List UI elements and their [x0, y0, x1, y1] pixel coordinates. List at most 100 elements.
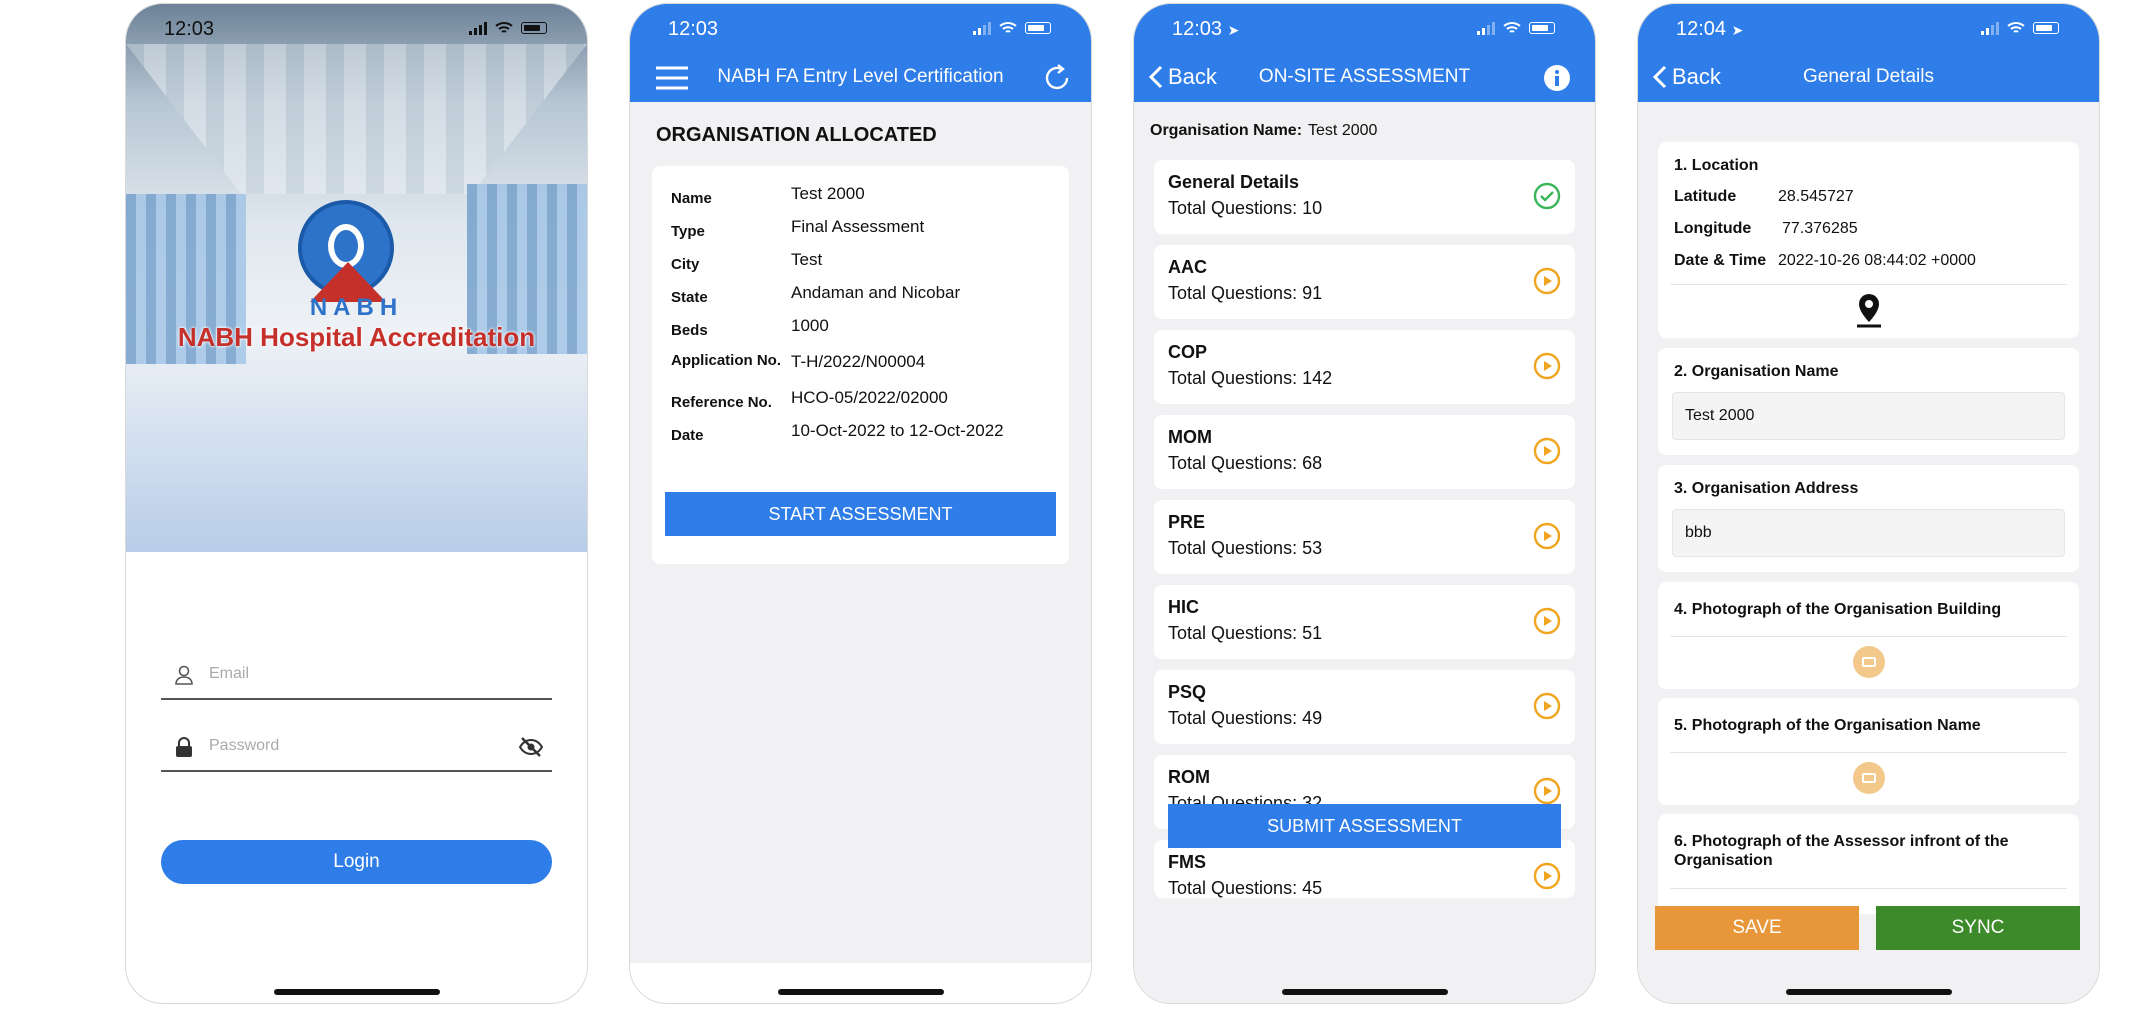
status-time: 12:03 ➤	[1172, 18, 1240, 40]
chapter-name: PSQ	[1168, 682, 1207, 702]
header-bar: 12:03 NABH FA Entry Level Certification	[630, 4, 1091, 102]
play-circle-icon	[1533, 862, 1561, 890]
chapter-name: COP	[1168, 342, 1208, 362]
camera-icon[interactable]	[1852, 762, 1885, 794]
play-circle-icon	[1533, 522, 1561, 550]
chapter-item-aac[interactable]: AAC Total Questions: 91	[1154, 245, 1575, 319]
page-body: ORGANISATION ALLOCATED Name Test 2000 Typ…	[630, 102, 1091, 1003]
org-address-card: 3. Organisation Address bbb	[1658, 465, 2079, 572]
organisation-address-input[interactable]: bbb	[1672, 509, 2065, 557]
latitude-row: Latitude 28.545727	[1674, 188, 1854, 205]
row-label: Type	[671, 223, 705, 240]
question-title: 6. Photograph of the Assessor infront of…	[1674, 833, 2009, 869]
chapter-item-general[interactable]: General Details Total Questions: 10	[1154, 160, 1575, 234]
info-row-application: Application No. T-H/2022/N00004	[671, 350, 1059, 390]
row-label: Beds	[671, 322, 708, 339]
wifi-icon	[2007, 22, 2025, 33]
chapter-total: Total Questions: 142	[1168, 368, 1333, 388]
organisation-card: Name Test 2000 Type Final Assessment City T…	[652, 166, 1069, 564]
question-title: 4. Photograph of the Organisation Buildi…	[1674, 601, 2002, 618]
info-icon[interactable]	[1543, 64, 1571, 92]
longitude-row: Longitude 77.376285	[1674, 220, 1858, 237]
question-title: 3. Organisation Address	[1674, 480, 1859, 497]
signal-icon	[973, 21, 991, 35]
play-circle-icon	[1533, 607, 1561, 635]
map-pin-icon[interactable]	[1854, 292, 1884, 328]
play-circle-icon	[1533, 267, 1561, 295]
chapter-item-pre[interactable]: PRE Total Questions: 53	[1154, 500, 1575, 574]
info-row-beds: Beds 1000	[671, 316, 1059, 346]
name-photo-card: 5. Photograph of the Organisation Name	[1658, 698, 2079, 805]
password-field[interactable]: Password	[161, 724, 552, 772]
login-screen: NABH NABH Hospital Accreditation 12:03 E…	[125, 3, 588, 1004]
header-bar: 12:03 ➤ Back ON-SITE ASSESSMENT	[1134, 4, 1595, 102]
submit-assessment-button[interactable]: SUBMIT ASSESSMENT	[1168, 804, 1561, 848]
organisation-screen: 12:03 NABH FA Entry Level Certification …	[629, 3, 1092, 1004]
location-arrow-icon: ➤	[1731, 22, 1744, 38]
row-label: City	[671, 256, 700, 273]
question-title: 1. Location	[1674, 157, 1759, 174]
home-indicator	[1785, 989, 1952, 995]
chapter-total: Total Questions: 51	[1168, 623, 1323, 643]
chapter-item-fms[interactable]: FMS Total Questions: 45	[1154, 840, 1575, 898]
status-bar: 12:03 ➤	[1134, 4, 1595, 52]
chapter-item-cop[interactable]: COP Total Questions: 142	[1154, 330, 1575, 404]
wifi-icon	[999, 22, 1017, 33]
status-time: 12:04 ➤	[1676, 18, 1744, 40]
row-label: State	[671, 289, 708, 306]
email-field[interactable]: Email	[161, 652, 552, 700]
row-label: Name	[671, 190, 712, 207]
org-name-card: 2. Organisation Name Test 2000	[1658, 348, 2079, 455]
chapter-total: Total Questions: 45	[1168, 878, 1323, 898]
page-body: Organisation Name: Test 2000 General Deta…	[1134, 102, 1595, 1003]
hospital-hero-image: NABH NABH Hospital Accreditation	[126, 4, 587, 552]
login-button[interactable]: Login	[161, 840, 552, 884]
battery-icon	[2033, 22, 2059, 34]
save-button[interactable]: SAVE	[1655, 906, 1859, 950]
section-title: ORGANISATION ALLOCATED	[656, 124, 937, 146]
info-row-date: Date 10-Oct-2022 to 12-Oct-2022	[671, 421, 1059, 451]
refresh-icon[interactable]	[1043, 62, 1071, 92]
datetime-row: Date & Time 2022-10-26 08:44:02 +0000	[1674, 252, 1976, 269]
row-value: HCO-05/2022/02000	[791, 388, 948, 407]
chapter-item-psq[interactable]: PSQ Total Questions: 49	[1154, 670, 1575, 744]
header-title: General Details	[1803, 66, 1934, 87]
info-row-state: State Andaman and Nicobar	[671, 283, 1059, 313]
password-placeholder: Password	[209, 737, 280, 754]
camera-icon[interactable]	[1852, 646, 1885, 678]
hide-password-icon[interactable]	[518, 736, 544, 758]
signal-icon	[1477, 21, 1495, 35]
info-row-city: City Test	[671, 250, 1059, 280]
building-photo-card: 4. Photograph of the Organisation Buildi…	[1658, 582, 2079, 689]
chapter-name: General Details	[1168, 172, 1300, 192]
row-value: Test 2000	[791, 184, 865, 203]
battery-icon	[1025, 22, 1051, 34]
general-details-screen: 12:04 ➤ Back General Details 1. Location…	[1637, 3, 2100, 1004]
status-time: 12:03	[164, 18, 215, 40]
home-indicator	[1281, 989, 1448, 995]
row-value: Andaman and Nicobar	[791, 283, 961, 302]
chapter-name: FMS	[1168, 852, 1206, 872]
chapter-total: Total Questions: 10	[1168, 198, 1323, 218]
play-circle-icon	[1533, 352, 1561, 380]
home-indicator	[777, 989, 944, 995]
chapter-name: AAC	[1168, 257, 1207, 277]
nabh-brand-text: NABH	[309, 294, 404, 321]
chapter-name: PRE	[1168, 512, 1206, 532]
header-title: ON-SITE ASSESSMENT	[1258, 66, 1471, 87]
chapter-item-mom[interactable]: MOM Total Questions: 68	[1154, 415, 1575, 489]
wifi-icon	[1503, 22, 1521, 33]
row-label: Reference No.	[671, 394, 772, 411]
wifi-icon	[495, 22, 513, 33]
row-value: 10-Oct-2022 to 12-Oct-2022	[791, 421, 1004, 440]
chapter-name: MOM	[1168, 427, 1212, 447]
header-title: NABH FA Entry Level Certification	[717, 66, 1004, 87]
organisation-name-input[interactable]: Test 2000	[1672, 392, 2065, 440]
start-assessment-button[interactable]: START ASSESSMENT	[665, 492, 1056, 536]
sync-button[interactable]: SYNC	[1876, 906, 2080, 950]
status-bar: 12:04 ➤	[1638, 4, 2099, 52]
status-time: 12:03	[668, 18, 719, 40]
chapter-item-hic[interactable]: HIC Total Questions: 51	[1154, 585, 1575, 659]
assessor-photo-card: 6. Photograph of the Assessor infront of…	[1658, 814, 2079, 914]
question-title: 2. Organisation Name	[1674, 363, 1839, 380]
